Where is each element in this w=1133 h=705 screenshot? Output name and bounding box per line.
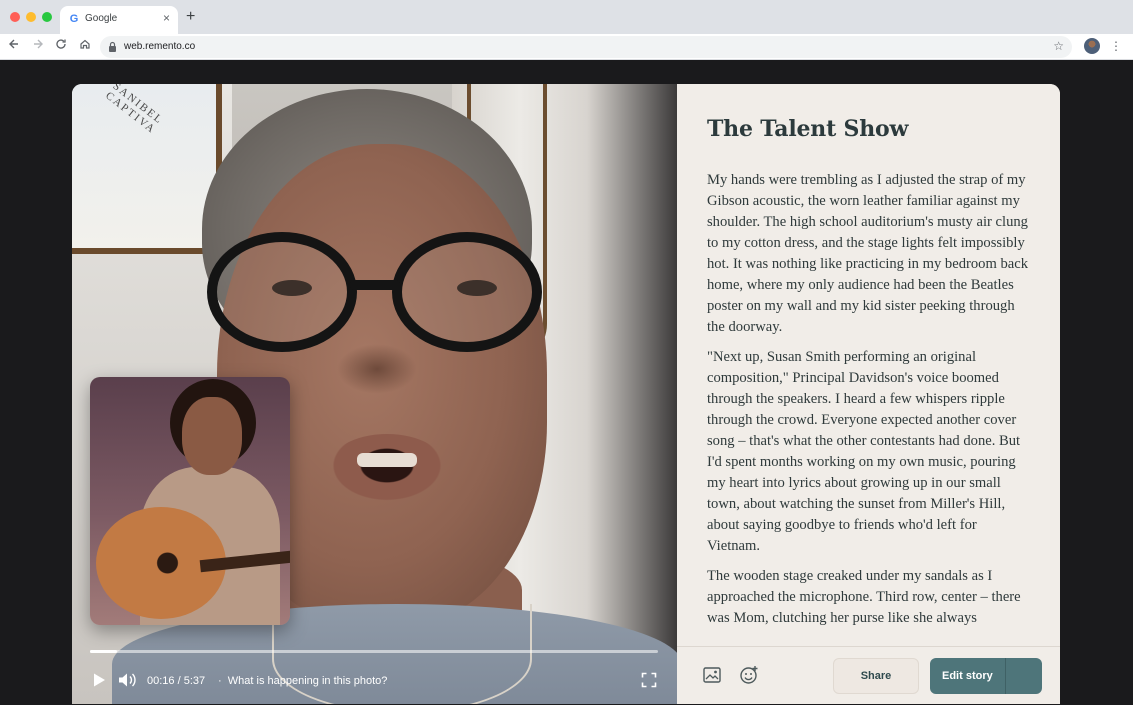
browser-tab-strip: G Google × +: [0, 0, 1133, 34]
video-time: 00:16 / 5:37: [147, 675, 206, 687]
window-minimize-dot[interactable]: [26, 12, 36, 22]
story-panel: The Talent Show My hands were trembling …: [677, 84, 1060, 646]
story-card: SANIBEL CAPTIVA 00:16 / 5:37 · What is h…: [72, 84, 1060, 704]
prompt-separator: ·: [218, 675, 222, 687]
edit-story-button[interactable]: Edit story: [930, 658, 1042, 694]
story-body: My hands were trembling as I adjusted th…: [707, 170, 1032, 638]
new-tab-button[interactable]: +: [186, 8, 195, 26]
story-paragraph: "Next up, Susan Smith performing an orig…: [707, 349, 1021, 554]
story-paragraph: The wooden stage creaked under my sandal…: [707, 568, 1021, 626]
speaker-teeth: [357, 453, 417, 467]
story-title: The Talent Show: [707, 116, 909, 142]
fullscreen-icon[interactable]: [641, 672, 657, 688]
address-bar[interactable]: web.remento.co ☆: [100, 36, 1072, 58]
profile-avatar[interactable]: [1084, 38, 1100, 54]
prompt-text: What is happening in this photo?: [227, 675, 388, 687]
glasses-right-lens: [392, 232, 542, 352]
close-tab-icon[interactable]: ×: [163, 11, 170, 25]
wall-poster: SANIBEL CAPTIVA: [72, 84, 222, 254]
tab-title: Google: [85, 13, 118, 24]
url-text: web.remento.co: [124, 41, 196, 52]
glasses-bridge: [350, 280, 400, 290]
forward-arrow-icon[interactable]: [29, 37, 47, 55]
browser-tab[interactable]: G Google ×: [60, 6, 178, 34]
image-icon[interactable]: [703, 667, 721, 683]
play-icon[interactable]: [92, 672, 106, 688]
story-paragraph: My hands were trembling as I adjusted th…: [707, 172, 1028, 335]
video-progress-fill: [90, 650, 117, 653]
glasses-left-lens: [207, 232, 357, 352]
google-favicon-icon: G: [69, 13, 79, 25]
volume-icon[interactable]: [118, 672, 136, 688]
browser-toolbar: web.remento.co ☆ ⋮: [0, 34, 1133, 60]
speaker-necklace: [272, 604, 532, 704]
back-arrow-icon[interactable]: [5, 37, 23, 55]
bookmark-star-icon[interactable]: ☆: [1053, 39, 1064, 53]
edit-story-split-divider: [1005, 658, 1006, 694]
photo-figure-face: [182, 397, 242, 475]
home-icon[interactable]: [76, 37, 94, 55]
speaker-nose: [337, 344, 417, 394]
story-footer: Share Edit story: [677, 646, 1060, 704]
video-progress-bar[interactable]: [90, 650, 658, 653]
share-button[interactable]: Share: [833, 658, 919, 694]
window-close-dot[interactable]: [10, 12, 20, 22]
edit-story-label: Edit story: [942, 670, 993, 682]
reload-icon[interactable]: [52, 37, 70, 55]
video-prompt: · What is happening in this photo?: [218, 675, 387, 687]
add-reaction-icon[interactable]: [739, 665, 759, 685]
browser-menu-icon[interactable]: ⋮: [1110, 39, 1122, 53]
speaker-mouth: [327, 434, 447, 504]
lock-icon: [109, 41, 116, 52]
inset-photo[interactable]: [90, 377, 290, 625]
video-player[interactable]: SANIBEL CAPTIVA 00:16 / 5:37 · What is h…: [72, 84, 677, 704]
window-zoom-dot[interactable]: [42, 12, 52, 22]
poster-text: SANIBEL CAPTIVA: [103, 84, 166, 137]
